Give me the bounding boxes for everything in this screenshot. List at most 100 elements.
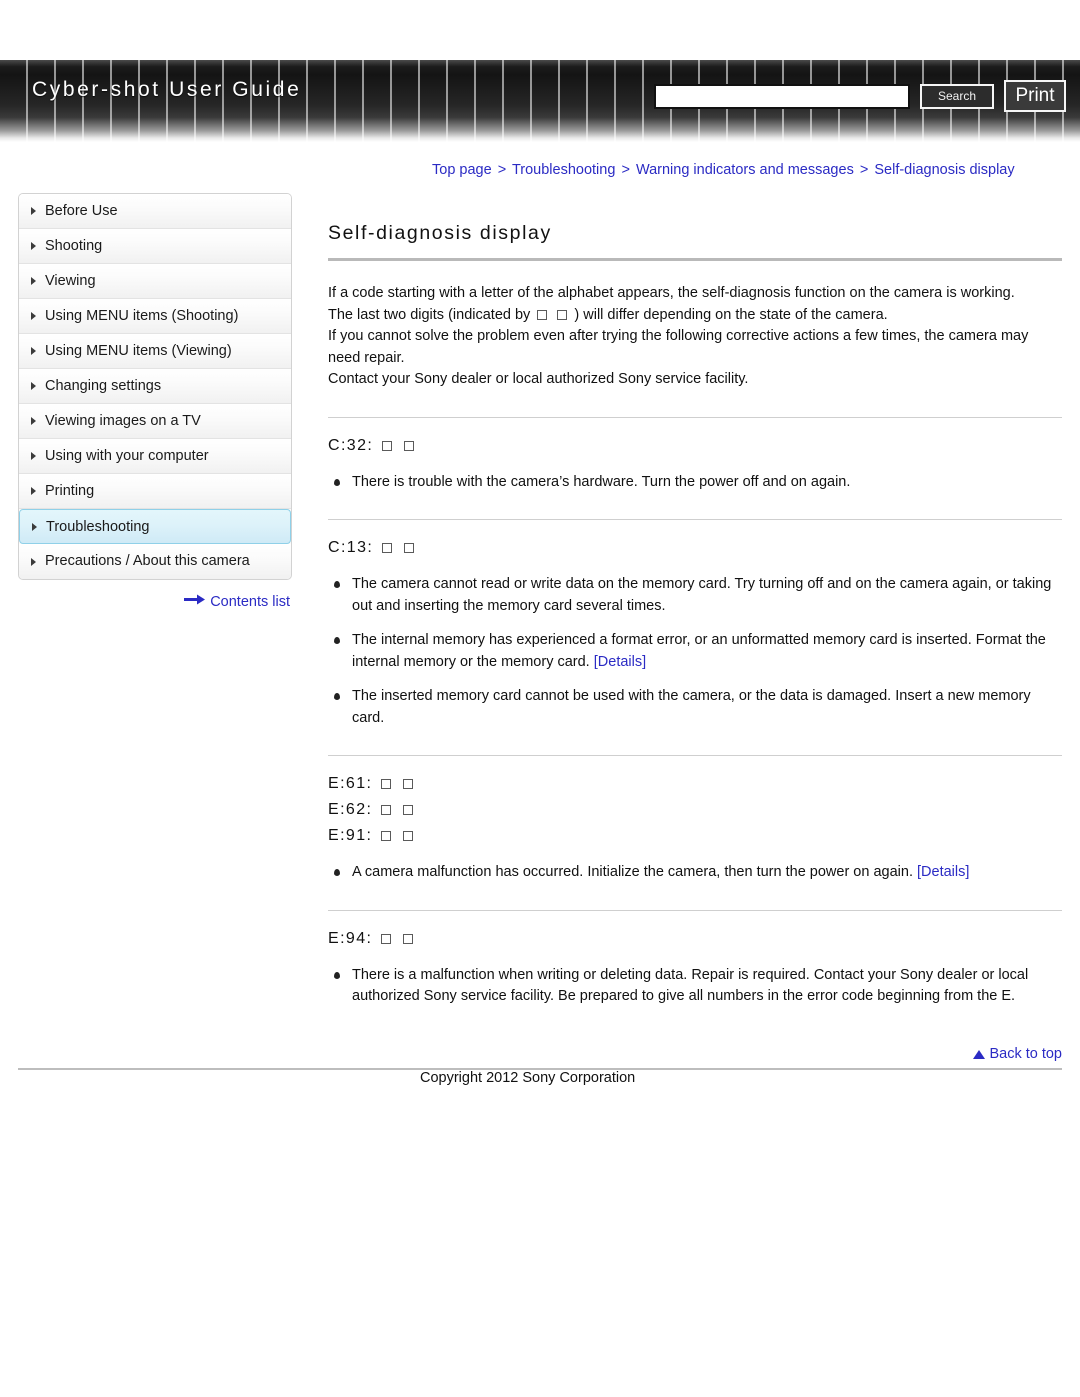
list-item: The internal memory has experienced a fo… (328, 630, 1062, 673)
breadcrumb-item-troubleshooting[interactable]: Troubleshooting (512, 162, 615, 178)
breadcrumb: Top page > Troubleshooting > Warning ind… (432, 162, 1015, 178)
intro-line-4: Contact your Sony dealer or local author… (328, 371, 749, 387)
placeholder-box-icon (382, 543, 393, 553)
sidebar-item-label: Using MENU items (Viewing) (45, 343, 232, 359)
placeholder-box-icon (381, 831, 392, 841)
section-divider (328, 909, 1062, 911)
details-link[interactable]: [Details] (917, 864, 969, 880)
sidebar-item-before-use[interactable]: Before Use (19, 194, 291, 229)
intro-line-2: The last two digits (indicated by ) will… (328, 305, 1062, 327)
bullet-list-c13: The camera cannot read or write data on … (328, 574, 1062, 729)
sidebar-item-changing-settings[interactable]: Changing settings (19, 369, 291, 404)
bullet-text: There is a malfunction when writing or d… (352, 966, 1029, 1005)
list-item: There is trouble with the camera’s hardw… (328, 472, 1062, 494)
section-divider (328, 519, 1062, 520)
error-code-heading-e62: E:62: (328, 801, 1062, 819)
placeholder-box-icon (382, 440, 393, 451)
list-item: There is a malfunction when writing or d… (328, 965, 1062, 1008)
sidebar-item-label: Using with your computer (45, 448, 209, 464)
bullet-list-e94: There is a malfunction when writing or d… (328, 965, 1062, 1008)
back-to-top-link[interactable]: Back to top (973, 1046, 1062, 1062)
error-code-label: C:13: (328, 539, 374, 556)
bullet-text: There is trouble with the camera’s hardw… (352, 473, 851, 490)
triangle-bullet-icon (31, 242, 36, 250)
site-header: Cyber-shot User Guide Search Print (0, 60, 1080, 142)
sidebar-item-precautions-about-this-camera[interactable]: Precautions / About this camera (19, 544, 291, 579)
title-divider (328, 258, 1062, 261)
sidebar-item-troubleshooting[interactable]: Troubleshooting (19, 509, 291, 544)
intro-line-2-post: ) will differ depending on the state of … (574, 306, 888, 323)
error-code-label: E:91: (328, 827, 373, 844)
placeholder-box-icon (403, 933, 414, 944)
details-link[interactable]: [Details] (594, 654, 646, 670)
list-item: A camera malfunction has occurred. Initi… (328, 862, 1062, 884)
error-code-label: C:32: (328, 436, 374, 454)
breadcrumb-item-top-page[interactable]: Top page (432, 162, 492, 178)
error-code-label: E:94: (328, 929, 373, 947)
sidebar-item-label: Precautions / About this camera (45, 553, 250, 569)
sidebar-item-label: Before Use (45, 203, 118, 219)
sidebar-item-viewing[interactable]: Viewing (19, 264, 291, 299)
print-button[interactable]: Print (1004, 80, 1066, 112)
header-tools: Search Print (654, 80, 1066, 112)
bullet-dot-icon (334, 478, 340, 486)
intro-line-3: If you cannot solve the problem even aft… (328, 328, 1029, 366)
list-item: The inserted memory card cannot be used … (328, 686, 1062, 729)
placeholder-box-icon (403, 779, 414, 789)
placeholder-box-icon (557, 309, 568, 320)
sidebar-item-label: Using MENU items (Shooting) (45, 308, 239, 324)
sidebar: Before Use Shooting Viewing Using MENU i… (18, 193, 292, 610)
placeholder-box-icon (403, 831, 414, 841)
bullet-list-c32: There is trouble with the camera’s hardw… (328, 472, 1062, 494)
sidebar-item-shooting[interactable]: Shooting (19, 229, 291, 264)
sidebar-item-using-menu-items-viewing[interactable]: Using MENU items (Viewing) (19, 334, 291, 369)
sidebar-item-label: Troubleshooting (46, 519, 150, 535)
sidebar-item-using-menu-items-shooting[interactable]: Using MENU items (Shooting) (19, 299, 291, 334)
placeholder-box-icon (381, 779, 392, 789)
sidebar-item-using-with-your-computer[interactable]: Using with your computer (19, 439, 291, 474)
sidebar-item-label: Printing (45, 483, 95, 499)
error-code-heading-c13: C:13: (328, 539, 1062, 557)
triangle-bullet-icon (31, 312, 36, 320)
sidebar-item-viewing-images-on-a-tv[interactable]: Viewing images on a TV (19, 404, 291, 439)
bullet-dot-icon (334, 637, 340, 644)
up-triangle-icon (973, 1050, 986, 1059)
bullet-text: The internal memory has experienced a fo… (352, 632, 1046, 670)
triangle-bullet-icon (31, 452, 36, 460)
copyright-text: Copyright 2012 Sony Corporation (420, 1070, 636, 1086)
bullet-dot-icon (334, 693, 340, 700)
sidebar-nav-list: Before Use Shooting Viewing Using MENU i… (18, 193, 292, 580)
sidebar-item-label: Viewing images on a TV (45, 413, 201, 429)
bullet-dot-icon (334, 971, 340, 979)
contents-list-link[interactable]: Contents list (18, 594, 292, 610)
breadcrumb-item-warning-indicators[interactable]: Warning indicators and messages (636, 162, 854, 178)
error-code-label: E:61: (328, 775, 373, 792)
main-content: Self-diagnosis display If a code startin… (328, 222, 1062, 1008)
intro-line-2-pre: The last two digits (indicated by (328, 306, 531, 323)
search-input[interactable] (654, 83, 910, 109)
breadcrumb-separator: > (621, 162, 630, 178)
triangle-bullet-icon (31, 347, 36, 355)
error-code-heading-c32: C:32: (328, 437, 1062, 455)
bullet-dot-icon (334, 869, 340, 876)
triangle-bullet-icon (31, 557, 36, 566)
bullet-text: The camera cannot read or write data on … (352, 576, 1052, 614)
sidebar-item-printing[interactable]: Printing (19, 474, 291, 509)
brand-title: Cyber-shot User Guide (32, 78, 302, 101)
bullet-text: A camera malfunction has occurred. Initi… (352, 864, 913, 880)
list-item: The camera cannot read or write data on … (328, 574, 1062, 617)
search-button[interactable]: Search (920, 83, 994, 109)
sidebar-item-label: Shooting (45, 238, 103, 254)
placeholder-box-icon (381, 805, 392, 815)
bullet-list-e61-e62-e91: A camera malfunction has occurred. Initi… (328, 862, 1062, 884)
error-code-heading-e94: E:94: (328, 930, 1062, 948)
sidebar-item-label: Changing settings (45, 378, 162, 394)
error-code-label: E:62: (328, 801, 373, 818)
placeholder-box-icon (403, 440, 414, 451)
section-divider (328, 416, 1062, 418)
back-to-top-label: Back to top (989, 1046, 1062, 1062)
bullet-dot-icon (334, 581, 340, 588)
error-code-heading-e61: E:61: (328, 775, 1062, 793)
placeholder-box-icon (403, 805, 414, 815)
breadcrumb-item-self-diagnosis-display[interactable]: Self-diagnosis display (874, 162, 1014, 178)
